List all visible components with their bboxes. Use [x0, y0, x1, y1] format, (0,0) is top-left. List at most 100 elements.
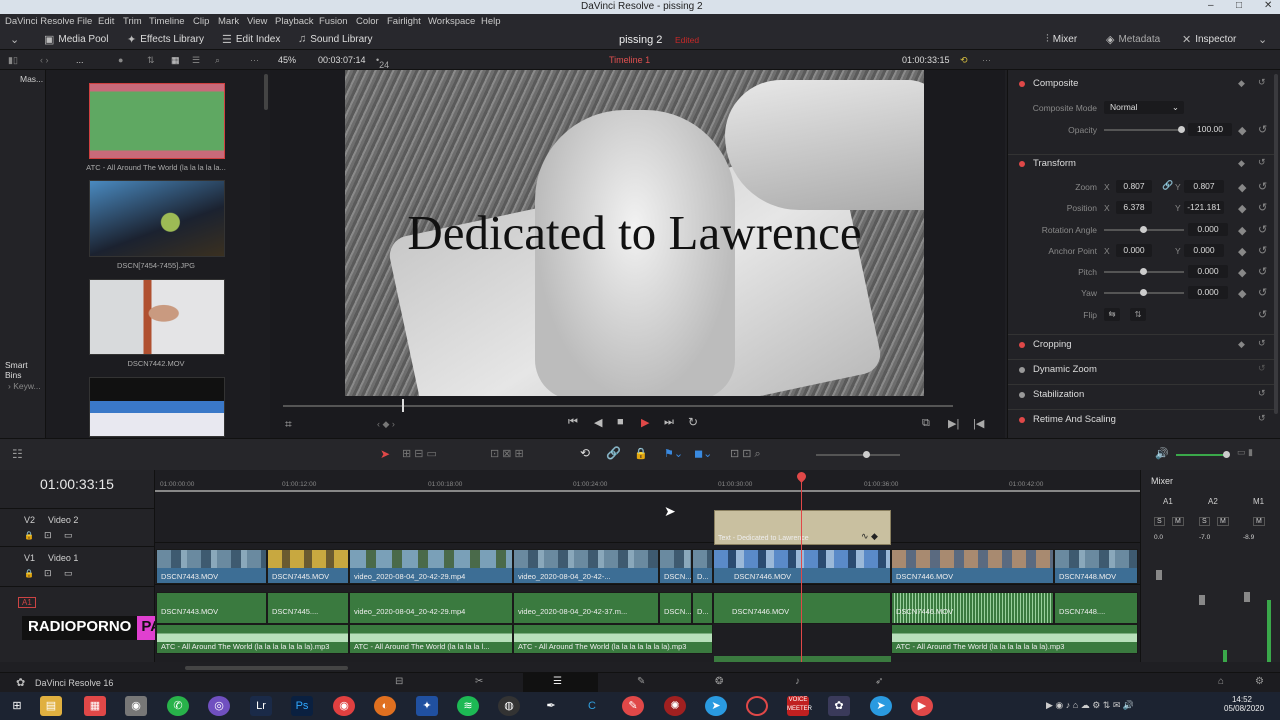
settings-icon[interactable]: ⚙	[1255, 676, 1264, 687]
zoom-keyframe-icon[interactable]: ◆	[1238, 181, 1246, 194]
video-clip[interactable]: DSCN7445.MOV	[267, 549, 349, 584]
volume-icon[interactable]: 🔊	[1155, 447, 1169, 460]
apps-grid-icon[interactable]: ▦	[84, 696, 106, 716]
anchor-y-value[interactable]: 0.000	[1184, 244, 1224, 257]
a1-mute-button[interactable]: M	[1172, 517, 1184, 526]
sort-icon[interactable]: ⇅	[147, 55, 155, 66]
firefox-icon[interactable]: ◐	[374, 696, 396, 716]
fusion-page-icon[interactable]: ✎	[637, 676, 645, 687]
menu-playback[interactable]: Playback	[275, 16, 314, 27]
menu-mark[interactable]: Mark	[218, 16, 239, 27]
m1-fader[interactable]	[1244, 592, 1250, 602]
stabilization-reset-icon[interactable]: ↺	[1258, 388, 1266, 399]
voicemeeter-icon[interactable]: VOICE MEETER	[787, 696, 812, 716]
effects-library-button[interactable]: ✦ Effects Library	[127, 33, 204, 46]
menu-help[interactable]: Help	[481, 16, 501, 27]
title-clip-curve-icon[interactable]: ∿ ◆	[861, 531, 878, 542]
audio-clip[interactable]: video_2020-08-04_20-42-29.mp4	[349, 592, 513, 624]
flip-horizontal-icon[interactable]: ⇆	[1104, 308, 1120, 321]
v2-lock-icon[interactable]: 🔒	[24, 531, 34, 540]
maximize-button[interactable]: □	[1236, 0, 1242, 11]
rotation-keyframe-icon[interactable]: ◆	[1238, 224, 1246, 237]
playhead-line[interactable]	[801, 474, 802, 662]
music-clip[interactable]: ATC - All Around The World (la la la la …	[891, 624, 1138, 654]
telegram2-icon[interactable]: ➤	[870, 696, 892, 716]
anchor-reset-icon[interactable]: ↺	[1258, 244, 1267, 257]
skip-end-icon[interactable]: ⏭	[664, 416, 674, 429]
pitch-keyframe-icon[interactable]: ◆	[1238, 266, 1246, 279]
audio-clip[interactable]: DSCN7446.MOV	[713, 592, 891, 624]
minimize-button[interactable]: ‒	[1208, 0, 1214, 11]
flip-reset-icon[interactable]: ↺	[1258, 308, 1267, 321]
home-icon[interactable]: ⌂	[1218, 676, 1224, 687]
music-clip[interactable]: ATC - All Around The World (la la la la …	[156, 624, 349, 654]
v1-lock-icon[interactable]: 🔒	[24, 569, 34, 578]
timeline-zoom-knob[interactable]	[863, 451, 870, 458]
menu-trim[interactable]: Trim	[123, 16, 142, 27]
music-clip[interactable]: ATC - All Around The World (la la la la …	[513, 624, 713, 654]
fullscreen-icon[interactable]: ⧉	[922, 417, 930, 430]
viewer-frame[interactable]: Dedicated to Lawrence	[345, 70, 924, 396]
pool-scrollbar[interactable]	[264, 74, 268, 110]
settings-app-icon[interactable]: ◉	[125, 696, 147, 716]
track-header-v2[interactable]: V2 Video 2 🔒 ⊡ ▭	[0, 508, 155, 542]
scrub-playhead[interactable]	[402, 399, 404, 412]
snapping-icon[interactable]: ⟲	[580, 446, 590, 460]
file-explorer-icon[interactable]: ▤	[40, 696, 62, 716]
zoom-y-value[interactable]: 0.807	[1184, 180, 1224, 193]
retime-reset-icon[interactable]: ↺	[1258, 413, 1266, 424]
skip-start-icon[interactable]: ⏮	[568, 416, 578, 429]
whatsapp-icon[interactable]: ✆	[167, 696, 189, 716]
app-play-icon[interactable]: ▶	[911, 696, 933, 716]
yaw-knob[interactable]	[1140, 289, 1147, 296]
next-clip-icon[interactable]: ▶|	[948, 417, 959, 430]
rotation-reset-icon[interactable]: ↺	[1258, 223, 1267, 236]
master-volume-knob[interactable]	[1223, 451, 1230, 458]
transform-keyframe-icon[interactable]: ◆	[1238, 158, 1245, 169]
media-thumb-jpg[interactable]	[89, 180, 225, 257]
yaw-keyframe-icon[interactable]: ◆	[1238, 287, 1246, 300]
media-page-icon[interactable]: ⊟	[395, 676, 403, 687]
v2-autoselect-icon[interactable]: ⊡	[44, 530, 52, 541]
app-c-icon[interactable]: C	[581, 696, 603, 716]
menu-clip[interactable]: Clip	[193, 16, 209, 27]
bin-master[interactable]: Mas...	[20, 74, 43, 84]
slider-icon[interactable]: ●	[118, 55, 123, 65]
cropping-keyframe-icon[interactable]: ◆	[1238, 339, 1245, 350]
menu-color[interactable]: Color	[356, 16, 379, 27]
cropping-header[interactable]: Cropping ◆ ↺	[1008, 334, 1274, 354]
v1-autoselect-icon[interactable]: ⊡	[44, 568, 52, 579]
yaw-reset-icon[interactable]: ↺	[1258, 286, 1267, 299]
app-red-icon[interactable]: ✺	[664, 696, 686, 716]
dynamic-zoom-reset-icon[interactable]: ↺	[1258, 363, 1266, 374]
master-volume-slider[interactable]	[1176, 454, 1228, 456]
close-button[interactable]: ✕	[1264, 0, 1272, 11]
list-view-icon[interactable]: ☰	[192, 55, 200, 66]
menu-file[interactable]: File	[77, 16, 92, 27]
media-thumb-mov[interactable]	[89, 279, 225, 355]
zoom-x-value[interactable]: 0.807	[1116, 180, 1152, 193]
insert-tools-icon[interactable]: ⊡ ⊠ ⊞	[490, 447, 524, 460]
m1-mute-button[interactable]: M	[1253, 517, 1265, 526]
retime-header[interactable]: Retime And Scaling ↺	[1008, 409, 1274, 429]
video-clip[interactable]: DSCN7448.MOV	[1054, 549, 1138, 584]
menu-fairlight[interactable]: Fairlight	[387, 16, 421, 27]
color-page-icon[interactable]: ❂	[715, 676, 723, 687]
trim-tool-icon[interactable]: ⊞ ⊟ ▭	[402, 447, 437, 460]
v2-monitor-icon[interactable]: ▭	[64, 530, 73, 541]
media-pool-button[interactable]: ▣ Media Pool	[44, 33, 108, 46]
rotation-value[interactable]: 0.000	[1188, 223, 1228, 236]
menu-fusion[interactable]: Fusion	[319, 16, 348, 27]
position-y-value[interactable]: -121.181	[1184, 201, 1224, 214]
viewer-zoom[interactable]: 45%	[278, 55, 296, 65]
opacity-keyframe-icon[interactable]: ◆	[1238, 124, 1246, 137]
zoom-tools-icon[interactable]: ⊡ ⊡ ⌕	[730, 447, 761, 461]
anchor-x-value[interactable]: 0.000	[1116, 244, 1152, 257]
loop-icon[interactable]: ⟲	[960, 55, 968, 66]
dynamic-zoom-enable-dot[interactable]	[1019, 367, 1025, 373]
opacity-slider[interactable]	[1104, 129, 1184, 131]
scrub-bar[interactable]	[283, 405, 953, 407]
position-x-value[interactable]: 6.378	[1116, 201, 1152, 214]
timeline-range-bar[interactable]	[155, 490, 1140, 492]
menu-timeline[interactable]: Timeline	[149, 16, 185, 27]
